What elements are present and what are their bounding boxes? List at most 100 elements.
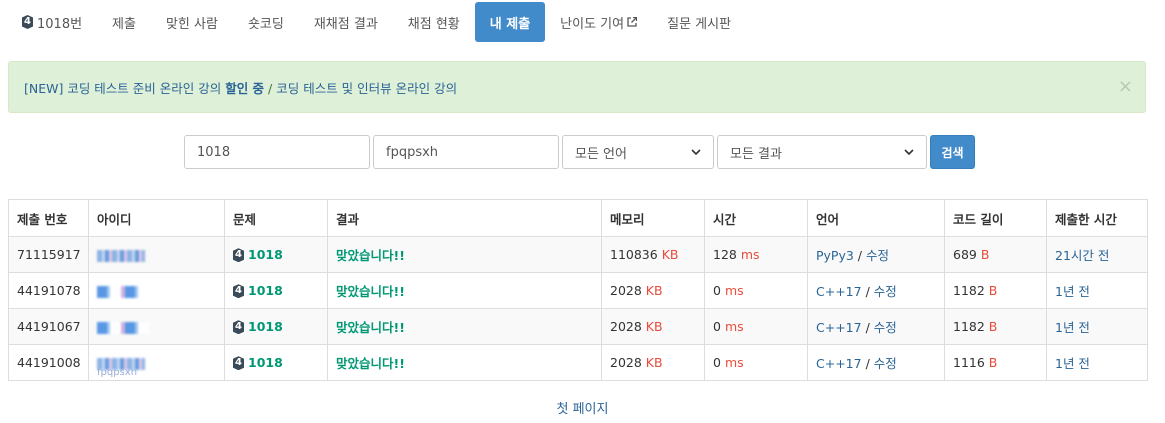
nav-rejudge-results[interactable]: 재채점 결과 <box>299 2 393 42</box>
time-value: 0 <box>713 283 721 298</box>
time-unit: ms <box>724 355 744 370</box>
memory-value: 2028 <box>610 319 642 334</box>
nav-question-board[interactable]: 질문 게시판 <box>652 2 746 42</box>
memory-cell: 110836 KB <box>601 236 705 273</box>
memory-unit: KB <box>645 319 663 334</box>
alert-separator: / <box>264 80 277 96</box>
time-cell: 0 ms <box>704 344 808 381</box>
alert-prefix: [NEW] 코딩 테스트 준비 온라인 강의 <box>24 80 226 96</box>
submission-id: 44191008 <box>8 344 89 381</box>
nav-label: 내 제출 <box>489 16 531 32</box>
edit-link[interactable]: 수정 <box>874 284 897 299</box>
tier-badge-icon: 4 <box>233 284 244 299</box>
first-page-link[interactable]: 첫 페이지 <box>0 398 1165 417</box>
code-length-unit: B <box>988 319 998 334</box>
time-cell: 0 ms <box>704 272 808 309</box>
table-row: 44191078 4 1018 맞았습니다!! 2028 KB 0 ms C++1… <box>8 272 1148 309</box>
problem-cell[interactable]: 4 1018 <box>224 308 328 345</box>
code-length-cell: 1116 B <box>944 344 1047 381</box>
memory-unit: KB <box>645 355 663 370</box>
table-row: 44191067 4 1018 맞았습니다!! 2028 KB 0 ms C++1… <box>8 308 1148 345</box>
result-select-value: 모든 결과 <box>730 146 782 162</box>
edit-link[interactable]: 수정 <box>866 248 889 263</box>
problem-link[interactable]: 1018 <box>248 283 283 298</box>
problem-link[interactable]: 1018 <box>248 355 283 370</box>
header-result: 결과 <box>327 199 602 237</box>
edit-link[interactable]: 수정 <box>874 320 897 335</box>
nav-label: 맞힌 사람 <box>165 16 218 32</box>
nav-label: 재채점 결과 <box>313 16 378 32</box>
nav-label: 채점 현황 <box>407 16 460 32</box>
submitted-time-link[interactable]: 1년 전 <box>1055 284 1090 299</box>
time-unit: ms <box>724 283 744 298</box>
problem-cell[interactable]: 4 1018 <box>224 236 328 273</box>
result-cell: 맞았습니다!! <box>327 308 602 345</box>
problem-cell[interactable]: 4 1018 <box>224 344 328 381</box>
nav-judge-status[interactable]: 채점 현황 <box>393 2 475 42</box>
time-value: 0 <box>713 319 721 334</box>
time-cell: 0 ms <box>704 308 808 345</box>
submitted-time-link[interactable]: 1년 전 <box>1055 356 1090 371</box>
submitted-time-link[interactable]: 1년 전 <box>1055 320 1090 335</box>
submitted-time-link[interactable]: 21시간 전 <box>1055 248 1109 263</box>
submitted-time-cell: 1년 전 <box>1046 272 1148 309</box>
header-memory: 메모리 <box>601 199 705 237</box>
time-value: 0 <box>713 355 721 370</box>
problem-cell[interactable]: 4 1018 <box>224 272 328 309</box>
language-link[interactable]: C++17 <box>816 356 862 371</box>
code-length-value: 1116 <box>953 355 985 370</box>
nav-my-submissions[interactable]: 내 제출 <box>474 2 546 42</box>
external-link-icon <box>627 17 638 27</box>
submission-table: 제출 번호 아이디 문제 결과 메모리 시간 언어 코드 길이 제출한 시간 7… <box>8 199 1148 381</box>
user-id-input[interactable] <box>373 135 559 169</box>
tier-badge-icon: 4 <box>233 356 244 371</box>
time-cell: 128 ms <box>704 236 808 273</box>
alert-link-interview[interactable]: 코딩 테스트 및 인터뷰 온라인 강의 <box>276 81 457 96</box>
problem-link[interactable]: 1018 <box>248 319 283 334</box>
search-button[interactable]: 검색 <box>930 135 975 169</box>
table-row: 44191008 fpqpsxh 4 1018 맞았습니다!! 2028 KB 0… <box>8 344 1148 381</box>
user-id-cell[interactable] <box>88 308 225 345</box>
memory-value: 2028 <box>610 355 642 370</box>
submission-id: 44191067 <box>8 308 89 345</box>
code-length-cell: 1182 B <box>944 272 1047 309</box>
edit-link[interactable]: 수정 <box>874 356 897 371</box>
language-link[interactable]: C++17 <box>816 284 862 299</box>
nav-difficulty-contribution[interactable]: 난이도 기여 <box>545 2 652 42</box>
problem-link[interactable]: 1018 <box>248 247 283 262</box>
alert-text: [NEW] 코딩 테스트 준비 온라인 강의 할인 중 / 코딩 테스트 및 인… <box>24 78 457 97</box>
header-submission-id: 제출 번호 <box>8 199 89 237</box>
close-icon[interactable]: × <box>1118 76 1133 97</box>
language-cell: C++17 / 수정 <box>807 344 945 381</box>
code-length-value: 1182 <box>953 283 985 298</box>
memory-value: 110836 <box>610 247 658 262</box>
header-user-id: 아이디 <box>88 199 225 237</box>
user-id-cell[interactable] <box>88 236 225 273</box>
nav-short-coding[interactable]: 숏코딩 <box>233 2 299 42</box>
language-link[interactable]: C++17 <box>816 320 862 335</box>
tier-badge-icon: 4 <box>233 248 244 263</box>
search-form: 모든 언어 모든 결과 검색 <box>0 135 1165 169</box>
language-link[interactable]: PyPy3 <box>816 248 854 263</box>
chevron-down-icon <box>904 149 914 155</box>
time-unit: ms <box>740 247 760 262</box>
user-id-cell[interactable]: fpqpsxh <box>88 344 225 381</box>
time-value: 128 <box>713 247 737 262</box>
problem-id-input[interactable] <box>184 135 370 169</box>
nav-label: 숏코딩 <box>247 16 284 32</box>
language-cell: C++17 / 수정 <box>807 308 945 345</box>
language-select[interactable]: 모든 언어 <box>562 135 714 169</box>
nav-submit[interactable]: 제출 <box>97 2 151 42</box>
language-cell: PyPy3 / 수정 <box>807 236 945 273</box>
user-id-cell[interactable] <box>88 272 225 309</box>
result-accepted: 맞았습니다!! <box>336 356 405 371</box>
time-unit: ms <box>724 319 744 334</box>
alert-link-lecture[interactable]: [NEW] 코딩 테스트 준비 온라인 강의 할인 중 <box>24 81 264 96</box>
nav-problem-1018[interactable]: 4 1018번 <box>9 2 97 42</box>
tier-badge-icon: 4 <box>22 15 33 29</box>
tier-badge-icon: 4 <box>233 320 244 335</box>
code-length-cell: 689 B <box>944 236 1047 273</box>
result-select[interactable]: 모든 결과 <box>717 135 927 169</box>
nav-solved-users[interactable]: 맞힌 사람 <box>151 2 233 42</box>
alert-highlight: 할인 중 <box>225 80 265 96</box>
